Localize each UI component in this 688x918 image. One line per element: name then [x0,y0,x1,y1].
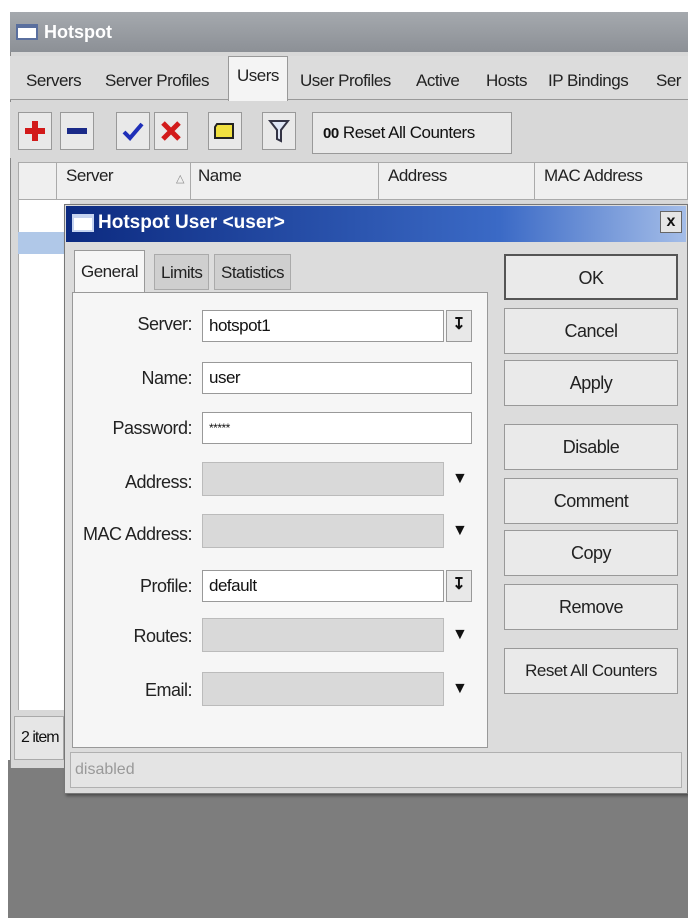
tab-limits[interactable]: Limits [154,254,210,290]
window-icon [16,24,38,40]
tab-more[interactable]: Ser [648,62,688,100]
add-button[interactable] [18,112,52,150]
email-label: Email: [144,680,193,700]
tab-servers[interactable]: Servers [18,62,89,100]
dialog-title: Hotspot User <user> [98,212,285,233]
column-name[interactable]: Name [198,166,242,186]
column-divider [56,162,57,200]
tab-users[interactable]: Users [228,56,288,101]
x-icon [161,121,181,141]
password-label: Password: [112,418,192,438]
name-label: Name: [141,368,192,388]
tab-hosts[interactable]: Hosts [478,62,535,100]
dialog-status: disabled [70,752,682,788]
email-dropdown-icon[interactable]: ▼ [452,680,468,698]
mac-address-field[interactable] [202,514,444,548]
plus-icon [25,121,45,141]
dropdown-arrow-icon: ↧ [452,576,466,593]
column-address[interactable]: Address [388,166,447,186]
counters-icon: 00 [323,125,339,142]
password-field[interactable]: ***** [202,412,472,444]
minus-icon [67,128,87,134]
filter-button[interactable] [262,112,296,150]
tab-user-profiles[interactable]: User Profiles [292,62,399,100]
routes-dropdown-icon[interactable]: ▼ [452,626,468,644]
column-divider [534,162,535,200]
remove-user-button[interactable]: Remove [504,584,678,630]
mac-address-dropdown-icon[interactable]: ▼ [452,522,468,540]
routes-label: Routes: [133,626,192,646]
sort-indicator-icon: △ [176,173,184,185]
profile-label: Profile: [139,576,193,596]
profile-select[interactable]: default [202,570,444,602]
column-divider [190,162,191,200]
disable-user-button[interactable]: Disable [504,424,678,470]
profile-dropdown-button[interactable]: ↧ [446,570,472,602]
note-icon [214,123,234,139]
copy-button[interactable]: Copy [504,530,678,576]
tab-active[interactable]: Active [408,62,467,100]
server-select[interactable]: hotspot1 [202,310,444,342]
dropdown-arrow-icon: ↧ [452,316,466,333]
tab-statistics[interactable]: Statistics [214,254,292,290]
tab-server-profiles[interactable]: Server Profiles [97,62,217,100]
reset-all-counters-button[interactable]: 00 Reset All Counters [312,112,512,154]
address-field[interactable] [202,462,444,496]
tab-general[interactable]: General [74,250,145,292]
column-divider [378,162,379,200]
user-list[interactable] [18,200,70,710]
address-dropdown-icon[interactable]: ▼ [452,470,468,488]
server-dropdown-button[interactable]: ↧ [446,310,472,342]
check-icon [122,122,144,141]
cancel-button[interactable]: Cancel [504,308,678,354]
window-title: Hotspot [44,22,112,42]
remove-button[interactable] [60,112,94,150]
reset-all-counters-label: Reset All Counters [342,123,475,142]
column-server[interactable]: Server [66,166,114,186]
comment-user-button[interactable]: Comment [504,478,678,524]
dialog-window-icon [72,214,94,232]
filter-icon [268,120,290,143]
routes-field[interactable] [202,618,444,652]
table-row[interactable] [18,232,68,254]
close-button[interactable]: x [660,211,682,233]
item-count: 2 item [14,716,64,760]
tab-ip-bindings[interactable]: IP Bindings [540,62,636,100]
column-mac-address[interactable]: MAC Address [544,166,643,186]
mac-address-label: MAC Address: [82,524,193,544]
email-field[interactable] [202,672,444,706]
name-field[interactable]: user [202,362,472,394]
server-label: Server: [137,314,192,334]
enable-button[interactable] [116,112,150,150]
comment-button[interactable] [208,112,242,150]
address-label: Address: [124,472,193,492]
ok-button[interactable]: OK [504,254,678,300]
apply-button[interactable]: Apply [504,360,678,406]
reset-counters-button[interactable]: Reset All Counters [504,648,678,694]
disable-button[interactable] [154,112,188,150]
